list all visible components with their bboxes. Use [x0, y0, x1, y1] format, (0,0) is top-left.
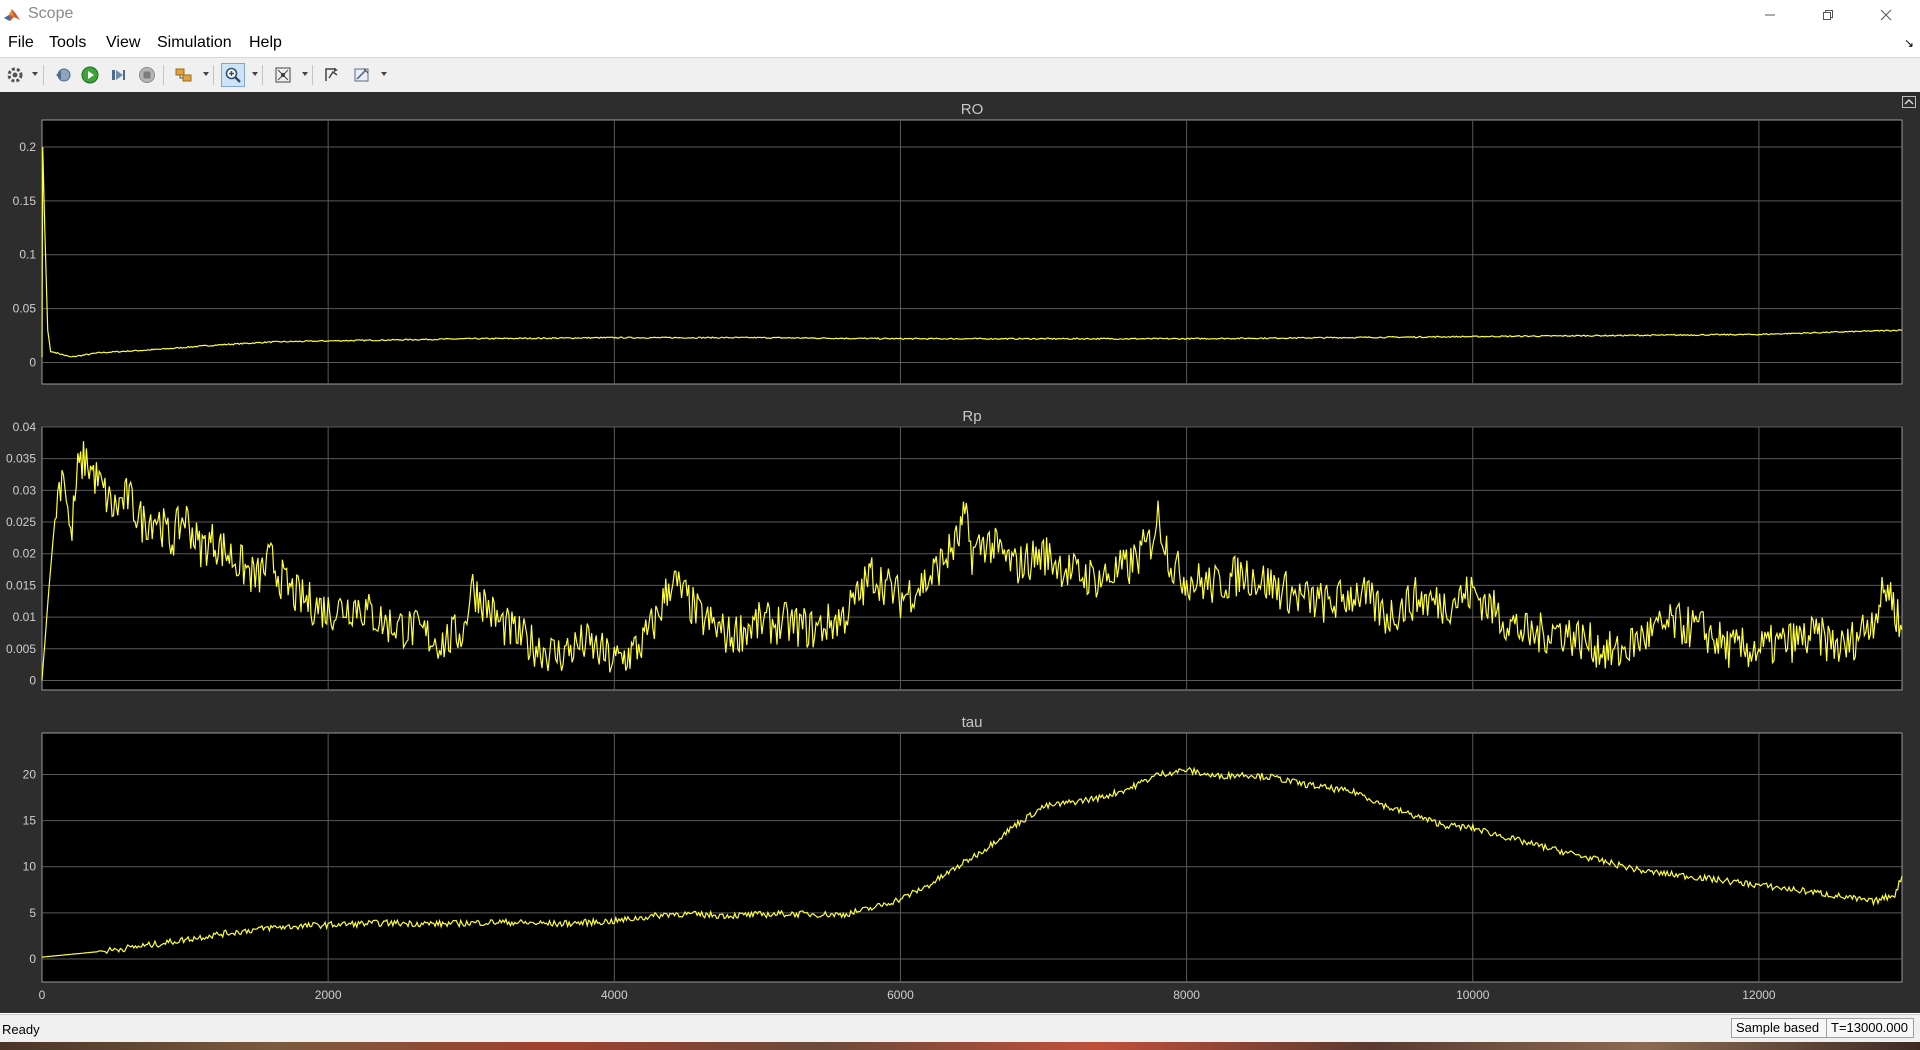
- menu-file[interactable]: File: [8, 34, 34, 52]
- minimize-icon: [1765, 14, 1775, 16]
- collapse-legend-button[interactable]: [1902, 96, 1916, 108]
- status-bar: Ready Sample based T=13000.000: [0, 1014, 1920, 1043]
- step-forward-button[interactable]: [107, 63, 131, 87]
- menu-simulation[interactable]: Simulation: [157, 34, 232, 52]
- matlab-logo-icon: [4, 9, 20, 21]
- settings-icon: [7, 67, 23, 83]
- menu-bar: File Tools View Simulation Help ↘: [0, 30, 1920, 56]
- restore-icon: [1823, 10, 1833, 20]
- toolbar-separator: [312, 65, 313, 85]
- toolbar-separator: [43, 65, 44, 85]
- axes-title: RO: [961, 101, 984, 118]
- toolbar-separator: [262, 65, 263, 85]
- window-title: Scope: [28, 5, 74, 22]
- y-tick-label: 20: [23, 768, 37, 782]
- menu-tools[interactable]: Tools: [49, 34, 86, 52]
- zoom-dropdown-icon[interactable]: [252, 72, 258, 76]
- close-button[interactable]: [1857, 0, 1915, 30]
- y-tick-label: 15: [23, 814, 37, 828]
- x-tick-label: 12000: [1742, 988, 1776, 1002]
- settings-dropdown-icon[interactable]: [32, 72, 38, 76]
- step-back-button[interactable]: [51, 63, 75, 87]
- run-button[interactable]: [78, 63, 102, 87]
- menu-view[interactable]: View: [106, 34, 140, 52]
- x-tick-label: 10000: [1456, 988, 1490, 1002]
- minimize-button[interactable]: [1741, 0, 1799, 30]
- y-tick-label: 0.2: [19, 140, 36, 154]
- menu-help[interactable]: Help: [249, 34, 282, 52]
- y-tick-label: 10: [23, 860, 37, 874]
- y-tick-label: 0.035: [6, 452, 36, 466]
- x-tick-label: 4000: [601, 988, 628, 1002]
- x-tick-label: 8000: [1173, 988, 1200, 1002]
- fit-to-view-icon: [275, 67, 291, 83]
- signal-select-icon: [325, 68, 338, 81]
- zoom-in-icon: [225, 67, 241, 83]
- y-tick-label: 0.01: [13, 610, 37, 624]
- stop-button[interactable]: [135, 63, 159, 87]
- scope-plot-area: 0 0.05 0.1 0.15 0.2 RO 0 0.005 0.01 0.015 0.02 0.02…: [0, 92, 1920, 1013]
- measure-icon: [354, 68, 369, 82]
- zoom-in-button[interactable]: [221, 63, 245, 87]
- x-tick-label: 2000: [315, 988, 342, 1002]
- toolbar-separator: [163, 65, 164, 85]
- run-icon: [81, 66, 99, 84]
- title-bar: Scope: [0, 0, 1920, 30]
- settings-button[interactable]: [3, 63, 27, 87]
- step-back-icon: [56, 68, 71, 82]
- chevron-up-icon: [1904, 99, 1914, 105]
- y-tick-label: 0.05: [13, 302, 37, 316]
- highlight-dropdown-icon[interactable]: [203, 72, 209, 76]
- axes-title: Rp: [962, 408, 981, 425]
- desktop-background-strip: [0, 1042, 1920, 1050]
- y-tick-label: 5: [29, 906, 36, 920]
- y-tick-label: 0.02: [13, 547, 37, 561]
- y-tick-label: 0: [29, 673, 36, 687]
- y-tick-label: 0.15: [13, 194, 37, 208]
- stop-icon: [139, 67, 155, 83]
- x-tick-label: 6000: [887, 988, 914, 1002]
- y-tick-label: 0.03: [13, 483, 37, 497]
- measure-button[interactable]: [350, 63, 374, 87]
- y-tick-label: 0.1: [19, 248, 36, 262]
- measure-dropdown-icon[interactable]: [381, 72, 387, 76]
- highlight-button[interactable]: [172, 63, 196, 87]
- toolbar: [0, 57, 1920, 93]
- simulation-time-indicator: T=13000.000: [1826, 1018, 1914, 1038]
- restore-button[interactable]: [1799, 0, 1857, 30]
- sample-mode-indicator: Sample based: [1731, 1018, 1827, 1038]
- y-tick-label: 0.025: [6, 515, 36, 529]
- close-icon: [1880, 9, 1892, 21]
- step-forward-icon: [112, 70, 125, 80]
- scope-plots[interactable]: 0 0.05 0.1 0.15 0.2 RO 0 0.005 0.01 0.015 0.02 0.02…: [0, 92, 1920, 1013]
- y-tick-label: 0: [29, 355, 36, 369]
- x-tick-label: 0: [39, 988, 46, 1002]
- toolbar-separator: [213, 65, 214, 85]
- undock-icon[interactable]: ↘: [1904, 36, 1914, 50]
- fit-dropdown-icon[interactable]: [302, 72, 308, 76]
- axes-background: [41, 119, 1903, 385]
- y-tick-label: 0.04: [13, 420, 37, 434]
- axes-title: tau: [962, 714, 983, 731]
- y-tick-label: 0: [29, 952, 36, 966]
- y-tick-label: 0.005: [6, 642, 36, 656]
- status-text: Ready: [2, 1022, 40, 1037]
- signal-select-button[interactable]: [320, 63, 344, 87]
- highlight-icon: [175, 68, 192, 82]
- fit-to-view-button[interactable]: [271, 63, 295, 87]
- axes-background: [41, 426, 1903, 691]
- y-tick-label: 0.015: [6, 578, 36, 592]
